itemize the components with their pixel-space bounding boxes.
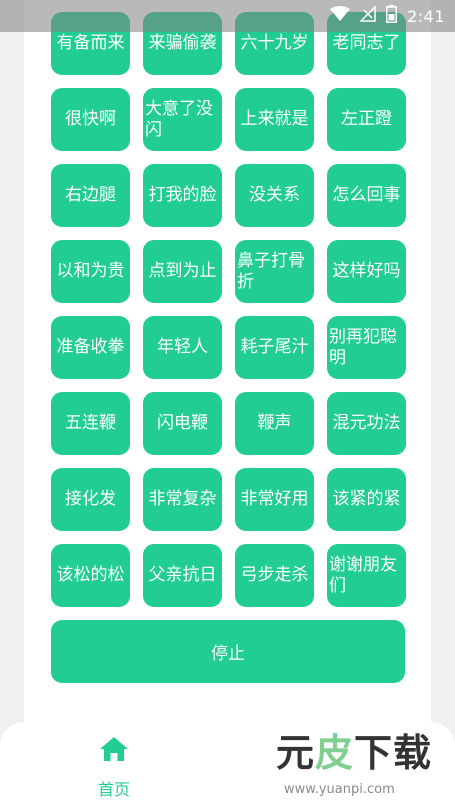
phrase-button[interactable]: 谢谢朋友们 [327, 544, 406, 607]
phrase-button[interactable]: 上来就是 [235, 88, 314, 151]
watermark-logo-text: 元皮下载 [274, 730, 433, 777]
phrase-button[interactable]: 闪电鞭 [143, 392, 222, 455]
phrase-button[interactable]: 打我的脸 [143, 164, 222, 227]
phrase-button[interactable]: 非常好用 [235, 468, 314, 531]
phrase-button[interactable]: 该紧的紧 [327, 468, 406, 531]
phrase-button[interactable]: 五连鞭 [51, 392, 130, 455]
phrase-button[interactable]: 以和为贵 [51, 240, 130, 303]
phrase-button[interactable]: 别再犯聪明 [327, 316, 406, 379]
phrase-button[interactable]: 左正蹬 [327, 88, 406, 151]
nav-item-home[interactable]: 首页 [74, 736, 154, 800]
phrase-button[interactable]: 接化发 [51, 468, 130, 531]
home-icon [99, 736, 129, 766]
phrase-button[interactable]: 点到为止 [143, 240, 222, 303]
phrase-button[interactable]: 非常复杂 [143, 468, 222, 531]
wifi-icon [330, 6, 351, 26]
phrase-button-grid: 有备而来 来骗偷袭 六十九岁 老同志了 很快啊 大意了没闪 上来就是 左正蹬 右… [51, 12, 406, 607]
phrase-button[interactable]: 耗子尾汁 [235, 316, 314, 379]
phrase-button[interactable]: 弓步走杀 [235, 544, 314, 607]
stop-button[interactable]: 停止 [51, 620, 405, 683]
phrase-button[interactable]: 该松的松 [51, 544, 130, 607]
phrase-button[interactable]: 这样好吗 [327, 240, 406, 303]
phrase-button[interactable]: 怎么回事 [327, 164, 406, 227]
phrase-button[interactable]: 准备收拳 [51, 316, 130, 379]
signal-off-icon [359, 5, 376, 26]
status-time: 2:41 [407, 6, 445, 26]
watermark-logo: 元皮下载 www.yuanpi.com [274, 730, 446, 808]
phrase-button[interactable]: 很快啊 [51, 88, 130, 151]
phrase-button[interactable]: 大意了没闪 [143, 88, 222, 151]
phrase-button[interactable]: 混元功法 [327, 392, 406, 455]
phrase-button[interactable]: 父亲抗日 [143, 544, 222, 607]
phrase-button[interactable]: 鞭声 [235, 392, 314, 455]
nav-home-label: 首页 [97, 780, 130, 799]
battery-icon [386, 5, 398, 27]
status-icons: 2:41 [330, 5, 445, 27]
phrase-button[interactable]: 年轻人 [143, 316, 222, 379]
status-bar: 2:41 [0, 0, 455, 32]
phrase-button[interactable]: 没关系 [235, 164, 314, 227]
phrase-button[interactable]: 鼻子打骨折 [235, 240, 314, 303]
phrase-button[interactable]: 右边腿 [51, 164, 130, 227]
watermark-url: www.yuanpi.com [284, 782, 395, 797]
